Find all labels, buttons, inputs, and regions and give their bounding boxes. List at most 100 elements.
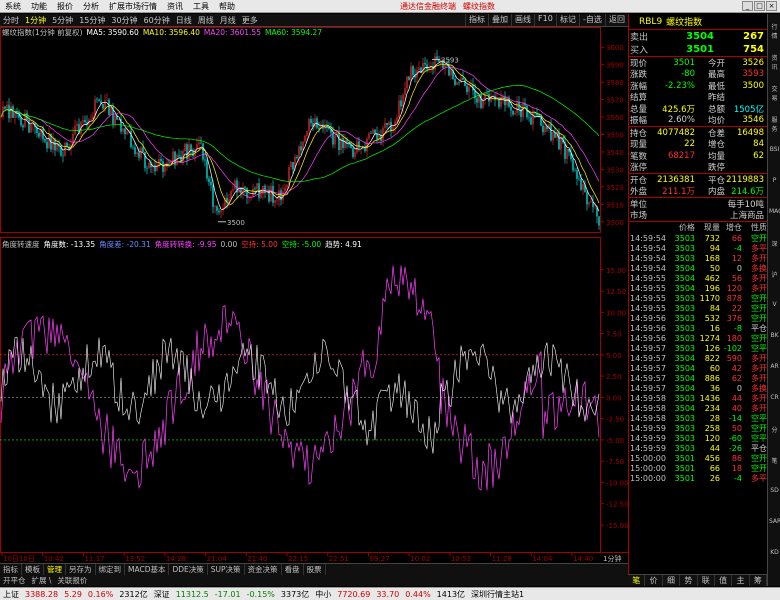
period-8[interactable]: 月线 bbox=[217, 15, 239, 26]
tick-volume: 26 bbox=[709, 473, 720, 483]
tab-3[interactable]: 另存为 bbox=[66, 564, 96, 575]
period-6[interactable]: 日线 bbox=[173, 15, 195, 26]
tick-row[interactable]: 14:59:58 3503 28 -14 空平 bbox=[629, 413, 767, 423]
tick-row[interactable]: 14:59:59 3503 258 50 空开 bbox=[629, 423, 767, 433]
sidebar-item-13[interactable]: 分 bbox=[769, 425, 780, 434]
tab-7[interactable]: SUP决策 bbox=[208, 564, 245, 575]
tab-6[interactable]: DDE决策 bbox=[169, 564, 208, 575]
sidebar-item-15[interactable]: SD bbox=[769, 487, 780, 494]
menu-item-2[interactable]: 报价 bbox=[52, 1, 78, 12]
tick-row[interactable]: 14:59:55 3503 84 22 空开 bbox=[629, 303, 767, 313]
sidebar-item-12[interactable]: CR bbox=[769, 394, 780, 401]
panel-tab-5[interactable]: 值 bbox=[715, 575, 733, 586]
sidebar-item-2[interactable]: 交易 bbox=[769, 84, 780, 102]
toolbar-btn-6[interactable]: 指标 bbox=[465, 14, 488, 26]
sidebar-item-10[interactable]: BK bbox=[769, 332, 780, 339]
maximize-button[interactable]: □ bbox=[754, 1, 765, 11]
tick-row[interactable]: 14:59:54 3503 732 66 空开 bbox=[629, 233, 767, 243]
menu-item-5[interactable]: 资讯 bbox=[162, 1, 188, 12]
tab-1[interactable]: 模板 bbox=[22, 564, 44, 575]
tick-row[interactable]: 15:00:00 3501 66 18 空开 bbox=[629, 463, 767, 473]
tab-2[interactable]: 管理 bbox=[44, 564, 66, 575]
period-1[interactable]: 1分钟 bbox=[22, 15, 49, 26]
sidebar-item-17[interactable]: KD bbox=[769, 549, 780, 556]
sidebar-item-8[interactable]: 沪 bbox=[769, 270, 780, 279]
menu-item-6[interactable]: 工具 bbox=[188, 1, 214, 12]
sidebar-item-0[interactable]: 行情 bbox=[769, 22, 780, 40]
tab-4[interactable]: 绑定到 bbox=[96, 564, 125, 575]
sidebar-item-5[interactable]: P bbox=[769, 177, 780, 184]
tick-row[interactable]: 15:00:00 3501 26 -4 多平 bbox=[629, 473, 767, 483]
tick-row[interactable]: 14:59:58 3503 1436 44 多开 bbox=[629, 393, 767, 403]
panel-tab-2[interactable]: 细 bbox=[663, 575, 681, 586]
tab-0[interactable]: 指标 bbox=[0, 564, 22, 575]
quote3-cell-0-2: 平仓 bbox=[707, 175, 725, 186]
tick-row[interactable]: 14:59:58 3504 234 40 多开 bbox=[629, 403, 767, 413]
tick-row[interactable]: 14:59:55 3504 196 120 多开 bbox=[629, 283, 767, 293]
menu-item-4[interactable]: 扩展市场行情 bbox=[104, 1, 162, 12]
tick-row[interactable]: 14:59:56 3503 16 -8 平仓 bbox=[629, 323, 767, 333]
sidebar-item-3[interactable]: 服务 bbox=[769, 115, 780, 133]
panel-tab-4[interactable]: 联 bbox=[698, 575, 715, 586]
tab-10[interactable]: 股票 bbox=[304, 564, 326, 575]
period-4[interactable]: 30分钟 bbox=[108, 15, 140, 26]
panel-tab-3[interactable]: 势 bbox=[680, 575, 698, 586]
sidebar-item-7[interactable]: 深 bbox=[769, 239, 780, 248]
tick-row[interactable]: 14:59:56 3503 1274 180 空开 bbox=[629, 333, 767, 343]
panel-tab-6[interactable]: 主 bbox=[732, 575, 750, 586]
sidebar-item-4[interactable]: BSI bbox=[769, 146, 780, 153]
tab-5[interactable]: MACD基本 bbox=[125, 564, 170, 575]
toolbar-btn-2[interactable]: 标记 bbox=[556, 14, 579, 26]
tab2-1[interactable]: 扩展 \ bbox=[29, 575, 55, 586]
tick-row[interactable]: 14:59:59 3503 120 -60 空平 bbox=[629, 433, 767, 443]
tab-9[interactable]: 看盘 bbox=[282, 564, 304, 575]
menu-item-1[interactable]: 功能 bbox=[26, 1, 52, 12]
tick-row[interactable]: 14:59:55 3504 462 56 多开 bbox=[629, 273, 767, 283]
period-5[interactable]: 60分钟 bbox=[141, 15, 173, 26]
panel-tab-0[interactable]: 笔 bbox=[628, 575, 646, 586]
tab2-0[interactable]: 开平仓 bbox=[0, 575, 29, 586]
candle-body bbox=[38, 132, 40, 137]
tick-row[interactable]: 14:59:57 3504 822 590 多开 bbox=[629, 353, 767, 363]
sidebar-item-11[interactable]: AR bbox=[769, 363, 780, 370]
tab-8[interactable]: 资金决策 bbox=[245, 564, 282, 575]
tick-row[interactable]: 15:00:00 3501 456 86 空开 bbox=[629, 453, 767, 463]
period-0[interactable]: 分时 bbox=[0, 15, 22, 26]
period-3[interactable]: 15分钟 bbox=[76, 15, 108, 26]
sidebar-item-16[interactable]: SAR bbox=[769, 518, 780, 525]
tick-row[interactable]: 14:59:57 3504 886 62 多开 bbox=[629, 373, 767, 383]
sidebar-item-9[interactable]: V bbox=[769, 301, 780, 308]
sidebar-item-6[interactable]: MAC bbox=[769, 208, 780, 215]
period-7[interactable]: 周线 bbox=[195, 15, 217, 26]
tick-row[interactable]: 14:59:54 3504 50 0 多换 bbox=[629, 263, 767, 273]
minimize-button[interactable]: _ bbox=[742, 1, 753, 11]
sidebar-item-14[interactable]: 笔 bbox=[769, 456, 780, 465]
close-button[interactable]: × bbox=[766, 1, 777, 11]
period-9[interactable]: 更多 bbox=[239, 15, 261, 26]
tick-row[interactable]: 14:59:57 3504 36 0 多换 bbox=[629, 383, 767, 393]
sidebar-item-1[interactable]: 资讯 bbox=[769, 53, 780, 71]
panel-tab-1[interactable]: 价 bbox=[645, 575, 663, 586]
y-tick-label-3: 3570 bbox=[606, 97, 624, 105]
toolbar-btn-4[interactable]: 画线 bbox=[511, 14, 534, 26]
tick-row[interactable]: 14:59:55 3503 1170 878 空开 bbox=[629, 293, 767, 303]
tick-row[interactable]: 14:59:59 3503 44 -26 平仓 bbox=[629, 443, 767, 453]
menu-item-7[interactable]: 帮助 bbox=[214, 1, 240, 12]
tick-row[interactable]: 14:59:57 3503 126 -102 空平 bbox=[629, 343, 767, 353]
tab2-2[interactable]: 关联报价 bbox=[54, 575, 90, 586]
panel-tab-7[interactable]: 筹 bbox=[750, 575, 767, 586]
tick-row[interactable]: 14:59:57 3504 60 42 多开 bbox=[629, 363, 767, 373]
toolbar-btn-5[interactable]: 叠加 bbox=[488, 14, 511, 26]
tick-row[interactable]: 14:59:54 3503 168 12 多开 bbox=[629, 253, 767, 263]
menu-item-3[interactable]: 分析 bbox=[78, 1, 104, 12]
toolbar-btn-0[interactable]: 返回 bbox=[605, 14, 628, 26]
toolbar-btn-1[interactable]: -自选 bbox=[579, 14, 605, 26]
tick-row[interactable]: 14:59:56 3503 532 376 空开 bbox=[629, 313, 767, 323]
menu-item-0[interactable]: 系统 bbox=[0, 1, 26, 12]
toolbar-btn-3[interactable]: F10 bbox=[534, 14, 556, 26]
tick-list[interactable]: 14:59:54 3503 732 66 空开 14:59:54 3503 94 -4 多平 14:… bbox=[629, 233, 767, 483]
tick-row[interactable]: 14:59:54 3503 94 -4 多平 bbox=[629, 243, 767, 253]
period-toolbar: 分时 1分钟 5分钟 15分钟 30分钟 60分钟 日线 周线 月线 更多 返回 -自选 标记 F10 画线… bbox=[0, 14, 628, 27]
period-2[interactable]: 5分钟 bbox=[49, 15, 76, 26]
kline-chart[interactable]: 3600 3590 3580 3570 3560 3550 3540 3530 3520 3510… bbox=[0, 27, 628, 563]
